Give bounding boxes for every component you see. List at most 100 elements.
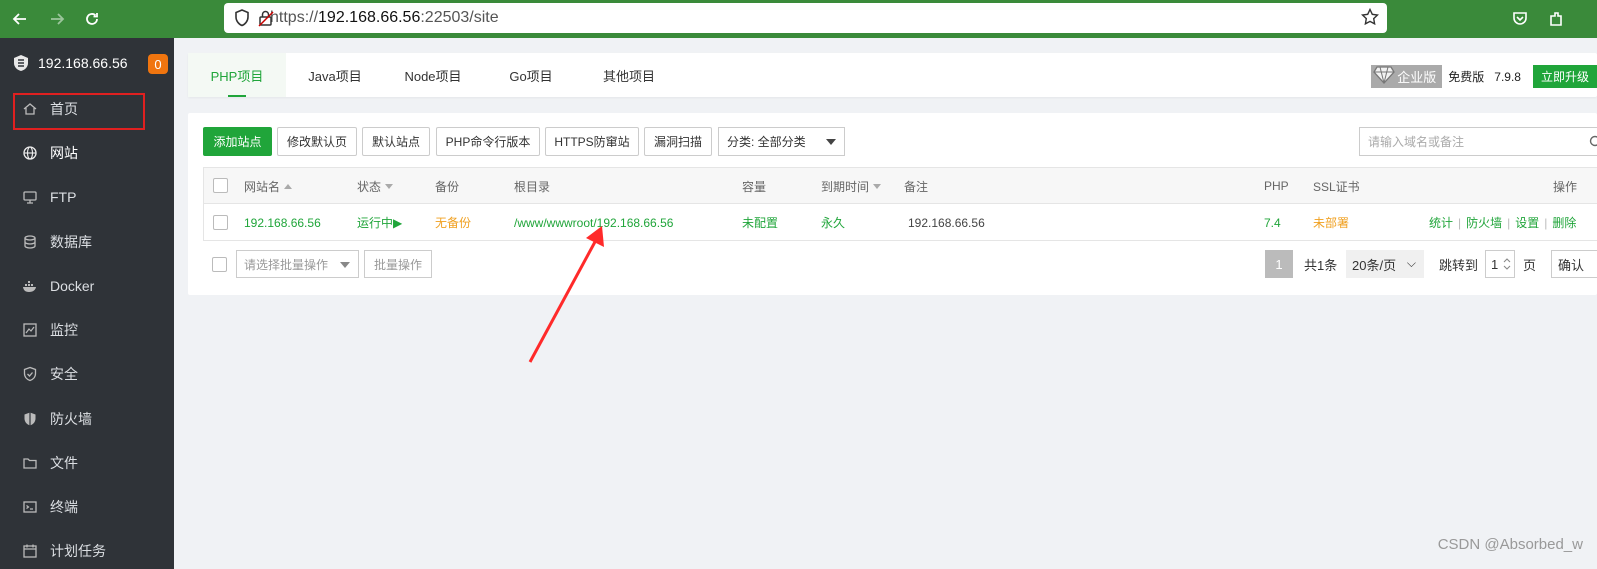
settings-link[interactable]: 设置 — [1515, 214, 1539, 231]
sidebar-item-label: 计划任务 — [50, 543, 106, 559]
sidebar-item-files[interactable]: 文件 — [0, 443, 174, 483]
search-input[interactable]: 请输入域名或备注 — [1359, 127, 1597, 156]
sidebar-item-label: FTP — [50, 189, 77, 205]
category-select[interactable]: 分类: 全部分类 — [718, 127, 845, 156]
delete-link[interactable]: 删除 — [1552, 214, 1576, 231]
https-guard-button[interactable]: HTTPS防窜站 — [545, 127, 639, 156]
sidebar-item-label: 防火墙 — [50, 411, 92, 427]
ops-separator: | — [1544, 215, 1548, 230]
tab-go[interactable]: Go项目 — [482, 53, 580, 97]
back-icon[interactable] — [8, 7, 32, 31]
batch-operation-select[interactable]: 请选择批量操作 — [236, 250, 359, 278]
jump-confirm-button[interactable]: 确认 — [1551, 250, 1597, 278]
site-backup[interactable]: 无备份 — [435, 204, 471, 241]
site-remark[interactable]: 192.168.66.56 — [908, 204, 985, 241]
pocket-icon[interactable] — [1508, 7, 1532, 31]
site-capacity[interactable]: 未配置 — [742, 204, 778, 241]
edition-info: 企业版 免费版 7.9.8 立即升级 — [1371, 65, 1597, 88]
caret-down-icon — [340, 262, 350, 268]
watermark: CSDN @Absorbed_w — [1437, 536, 1583, 553]
firewall-icon — [22, 411, 38, 427]
terminal-icon — [22, 499, 38, 515]
url-scheme: https:// — [270, 9, 319, 26]
vuln-scan-button[interactable]: 漏洞扫描 — [644, 127, 712, 156]
col-header-ops: 操作 — [1553, 179, 1578, 194]
col-header-label: 到期时间 — [821, 179, 870, 194]
modify-default-page-button[interactable]: 修改默认页 — [277, 127, 357, 156]
folder-icon — [22, 455, 38, 471]
caret-down-icon — [826, 139, 836, 145]
stepper-icon[interactable] — [1503, 256, 1511, 272]
sidebar-item-security[interactable]: 安全 — [0, 354, 174, 394]
url-text: https://192.168.66.56:22503/site — [270, 9, 499, 27]
sidebar-item-label: 数据库 — [50, 234, 92, 250]
shield-outline-icon[interactable] — [234, 9, 250, 32]
upgrade-button[interactable]: 立即升级 — [1532, 65, 1597, 88]
col-header-label: 网站名 — [244, 179, 281, 194]
sidebar-item-docker[interactable]: Docker — [0, 266, 174, 306]
sidebar-item-label: 网站 — [50, 145, 78, 161]
jump-label: 跳转到 — [1439, 257, 1479, 273]
col-header-label: 状态 — [357, 179, 382, 194]
sidebar-item-monitor[interactable]: 监控 — [0, 310, 174, 350]
col-header-backup: 备份 — [435, 179, 460, 194]
site-php-version[interactable]: 7.4 — [1264, 204, 1281, 241]
per-page-value: 20条/页 — [1352, 257, 1397, 273]
notification-badge[interactable]: 0 — [148, 54, 168, 74]
batch-select-placeholder: 请选择批量操作 — [244, 257, 329, 272]
site-expire[interactable]: 永久 — [821, 204, 845, 241]
add-site-button[interactable]: 添加站点 — [203, 127, 272, 156]
bookmark-star-icon[interactable] — [1360, 7, 1380, 31]
tab-node[interactable]: Node项目 — [384, 53, 482, 97]
tab-other[interactable]: 其他项目 — [580, 53, 678, 97]
sidebar-item-terminal[interactable]: 终端 — [0, 487, 174, 527]
site-ssl[interactable]: 未部署 — [1313, 204, 1349, 241]
sidebar-item-sites[interactable]: 网站 — [0, 133, 174, 173]
col-header-capacity: 容量 — [742, 179, 767, 194]
sidebar-item-cron[interactable]: 计划任务 — [0, 531, 174, 569]
default-site-button[interactable]: 默认站点 — [362, 127, 430, 156]
page-unit-label: 页 — [1523, 257, 1537, 273]
sidebar-item-label: 安全 — [50, 366, 78, 382]
batch-operation-button[interactable]: 批量操作 — [364, 250, 432, 278]
annotation-highlight-box — [13, 93, 145, 130]
firewall-link[interactable]: 防火墙 — [1466, 214, 1502, 231]
row-checkbox[interactable] — [213, 215, 228, 230]
browser-toolbar: https://192.168.66.56:22503/site — [0, 0, 1597, 38]
stats-link[interactable]: 统计 — [1429, 214, 1453, 231]
tab-php[interactable]: PHP项目 — [188, 53, 286, 97]
col-header-expire[interactable]: 到期时间 — [821, 168, 882, 204]
batch-checkbox[interactable] — [212, 257, 227, 272]
lock-warning-icon[interactable] — [258, 9, 274, 32]
reload-icon[interactable] — [80, 7, 104, 31]
sidebar-item-label: 监控 — [50, 322, 78, 338]
forward-icon[interactable] — [45, 7, 69, 31]
per-page-select[interactable]: 20条/页 ⌵ — [1346, 250, 1424, 278]
tab-java[interactable]: Java项目 — [286, 53, 384, 97]
select-all-checkbox[interactable] — [213, 178, 228, 193]
sites-table: 网站名 状态 备份 根目录 容量 到期时间 备注 PHP SSL证书 操作 19… — [203, 167, 1597, 241]
jump-page-input[interactable]: 1 — [1485, 250, 1515, 278]
server-name: 192.168.66.56 — [38, 55, 128, 71]
site-root-link[interactable]: /www/wwwroot/192.168.66.56 — [514, 204, 673, 241]
enterprise-badge[interactable]: 企业版 — [1371, 65, 1443, 88]
address-bar[interactable]: https://192.168.66.56:22503/site — [224, 3, 1387, 33]
table-header: 网站名 状态 备份 根目录 容量 到期时间 备注 PHP SSL证书 操作 — [204, 168, 1597, 204]
col-header-status[interactable]: 状态 — [357, 168, 394, 204]
col-header-name[interactable]: 网站名 — [244, 168, 293, 204]
enterprise-label: 企业版 — [1397, 70, 1437, 85]
sort-desc-icon — [873, 183, 882, 189]
php-cli-version-button[interactable]: PHP命令行版本 — [436, 127, 540, 156]
search-icon[interactable] — [1589, 135, 1597, 149]
sidebar-item-firewall[interactable]: 防火墙 — [0, 399, 174, 439]
col-header-root: 根目录 — [514, 179, 551, 194]
page-number-current[interactable]: 1 — [1265, 250, 1293, 278]
sidebar-item-database[interactable]: 数据库 — [0, 222, 174, 262]
calendar-icon — [22, 543, 38, 559]
extensions-icon[interactable] — [1544, 7, 1568, 31]
url-host: 192.168.66.56 — [318, 9, 421, 26]
monitor-icon — [22, 322, 38, 338]
sidebar-item-ftp[interactable]: FTP — [0, 177, 174, 217]
site-status[interactable]: 运行中▶ — [357, 204, 402, 241]
site-name-link[interactable]: 192.168.66.56 — [244, 204, 321, 241]
